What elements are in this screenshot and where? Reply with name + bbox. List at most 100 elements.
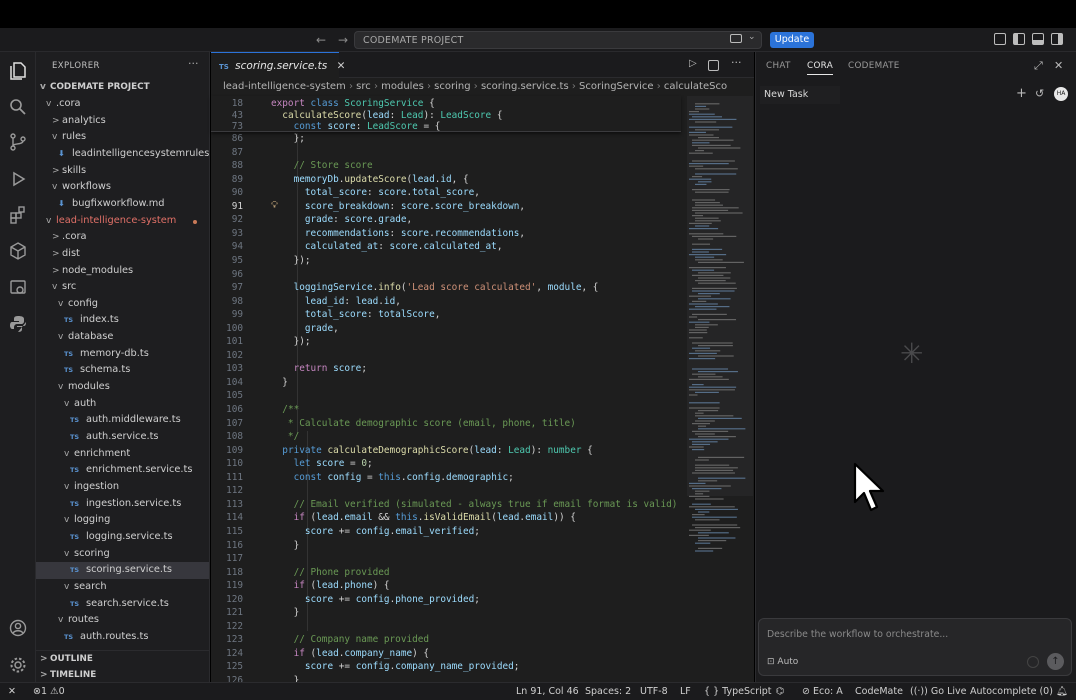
chevron-down-icon[interactable]: ⌄ [748,32,756,42]
tree-file[interactable]: TS index.ts [36,312,209,329]
tree-folder[interactable]: v enrichment [36,446,209,463]
tree-folder[interactable]: v src [36,279,209,296]
breadcrumb-item[interactable]: calculateSco [664,81,727,92]
toggle-primary-sidebar-icon[interactable] [1013,33,1025,45]
sticky-code-line[interactable]: calculateScore(lead: Lead): LeadScore { [271,110,502,121]
tree-folder[interactable]: > skills [36,163,209,180]
tab-scoring-service[interactable]: TS scoring.service.ts ✕ [211,52,345,78]
close-icon[interactable]: ✕ [337,60,346,72]
tree-file[interactable]: TS search.service.ts [36,596,209,613]
minimap[interactable] [687,96,753,556]
tree-file[interactable]: TS ingestion.service.ts [36,496,209,513]
tree-folder[interactable]: v lead-intelligence-system [36,213,209,230]
tree-file[interactable]: TS auth.routes.ts [36,629,209,646]
line-ending[interactable]: LF [680,686,691,697]
sticky-code-line[interactable]: export class ScoringService { [271,98,435,109]
lightbulb-icon[interactable]: 💡︎ [271,200,281,211]
remote-icon[interactable]: ✕ [8,686,16,697]
tree-folder[interactable]: v modules [36,379,209,396]
more-actions-icon[interactable]: ··· [731,56,742,69]
breadcrumb-item[interactable]: scoring [434,81,470,92]
run-debug-icon[interactable] [8,169,28,189]
tree-file[interactable]: TS enrichment.service.ts [36,462,209,479]
tab-chat[interactable]: CHAT [766,61,791,71]
eco-status[interactable]: ⊘ Eco: A [802,686,843,697]
settings-gear-icon[interactable] [8,655,28,675]
remote-explorer-icon[interactable] [8,278,28,298]
workflow-input[interactable]: Describe the workflow to orchestrate... [767,629,948,640]
tree-folder[interactable]: v ingestion [36,479,209,496]
maximize-icon[interactable]: ⤢ [1034,59,1043,73]
tree-folder[interactable]: > analytics [36,113,209,130]
avatar[interactable]: HA [1054,87,1068,101]
tree-folder[interactable]: v scoring [36,546,209,563]
update-button[interactable]: Update [770,32,814,48]
history-icon[interactable]: ↺ [1035,87,1044,100]
sticky-code-line[interactable]: const score: LeadScore = { [271,121,441,132]
tree-folder[interactable]: v auth [36,396,209,413]
breadcrumb-item[interactable]: src [356,81,371,92]
tree-folder[interactable]: v workflows [36,179,209,196]
task-title[interactable]: New Task [760,86,840,104]
explorer-icon[interactable] [8,61,28,81]
tree-folder[interactable]: v routes [36,612,209,629]
breadcrumb-item[interactable]: lead-intelligence-system [223,81,346,92]
tab-cora[interactable]: CORA [807,61,834,75]
extensions-icon[interactable] [8,205,28,225]
toggle-secondary-sidebar-icon[interactable] [1051,33,1063,45]
command-center[interactable]: CODEMATE PROJECT [354,31,762,49]
language-mode[interactable]: { } TypeScript [704,686,772,697]
search-icon[interactable] [8,97,28,117]
problems-indicator[interactable]: ⊗1 ⚠0 [33,686,65,697]
notifications-bell-icon[interactable]: 🔔︎ [1056,686,1068,697]
breadcrumb-item[interactable]: scoring.service.ts [481,81,569,92]
cursor-position[interactable]: Ln 91, Col 46 [516,686,579,697]
tree-file[interactable]: TS scoring.service.ts [36,562,209,579]
toggle-panel-icon[interactable] [1032,33,1044,45]
breadcrumb-item[interactable]: modules [381,81,424,92]
tree-file[interactable]: TS memory-db.ts [36,346,209,363]
package-icon[interactable] [8,241,28,261]
run-icon[interactable]: ▷ [689,58,697,69]
more-actions-icon[interactable]: ··· [188,57,199,70]
copilot-status-icon[interactable]: ⌬ [776,686,784,697]
codemate-status[interactable]: CodeMate [855,686,903,697]
code-editor[interactable]: 86 }; 87 88 // Store score 89 memoryDb.upda… [211,96,681,682]
tree-file[interactable]: ⬇ leadintelligencesystemrules.... [36,146,209,163]
tree-file[interactable]: TS schema.ts [36,362,209,379]
context-icon[interactable] [1027,656,1039,668]
split-editor-icon[interactable] [708,60,719,71]
close-icon[interactable]: ✕ [1054,59,1063,72]
customize-layout-icon[interactable] [994,33,1006,45]
go-live[interactable]: ((·)) Go Live [910,686,966,697]
tree-folder[interactable]: > node_modules [36,263,209,280]
send-arrow-icon[interactable]: ↑ [1047,653,1064,670]
tree-folder[interactable]: v database [36,329,209,346]
tree-folder[interactable]: v logging [36,512,209,529]
tab-codemate[interactable]: CODEMATE [848,61,900,71]
tree-folder[interactable]: v config [36,296,209,313]
outline-section[interactable]: > OUTLINE [36,650,209,667]
tree-file[interactable]: TS logging.service.ts [36,529,209,546]
tree-folder[interactable]: > .cora [36,229,209,246]
autocomplete-status[interactable]: Autocomplete (0) [970,686,1053,697]
tree-folder[interactable]: > dist [36,246,209,263]
new-task-plus-icon[interactable]: + [1016,86,1027,101]
copilot-icon[interactable] [730,34,742,43]
tree-folder[interactable]: v .cora [36,96,209,113]
indentation[interactable]: Spaces: 2 [585,686,631,697]
tree-folder[interactable]: v rules [36,129,209,146]
tree-file[interactable]: ⬇ bugfixworkflow.md [36,196,209,213]
back-arrow-icon[interactable]: ← [316,33,326,47]
tree-folder[interactable]: v search [36,579,209,596]
forward-arrow-icon[interactable]: → [338,33,348,47]
breadcrumb-item[interactable]: ScoringService [579,81,654,92]
timeline-section[interactable]: > TIMELINE [36,667,209,682]
tree-file[interactable]: TS auth.middleware.ts [36,412,209,429]
project-root[interactable]: v CODEMATE PROJECT [36,79,209,96]
tree-file[interactable]: TS auth.service.ts [36,429,209,446]
mode-selector[interactable]: ⊡ Auto [767,657,798,667]
account-icon[interactable] [8,618,28,638]
source-control-icon[interactable] [8,132,28,152]
python-icon[interactable] [8,314,28,334]
